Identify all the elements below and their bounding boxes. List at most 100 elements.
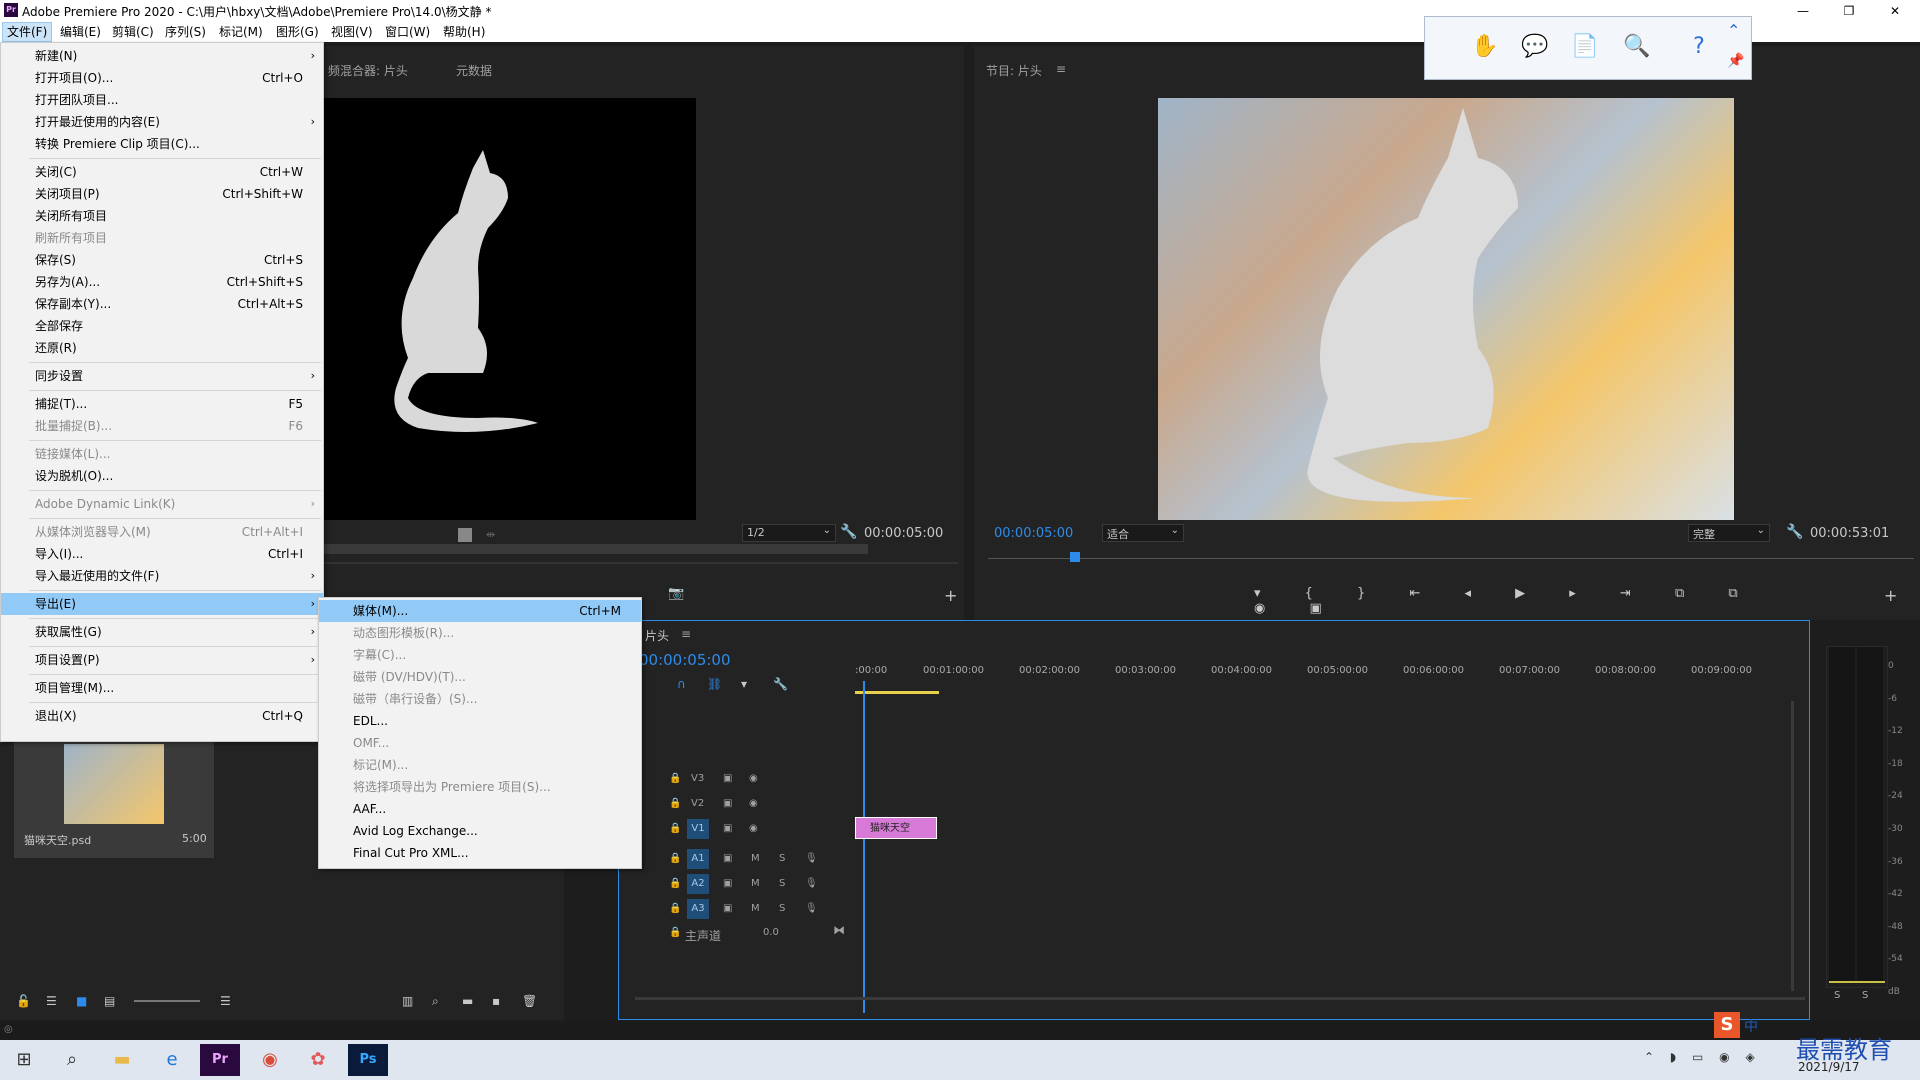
lock-icon[interactable]: 🔒: [669, 853, 681, 864]
linked-selection-icon[interactable]: ⛓: [707, 677, 722, 691]
menu-item-revert[interactable]: 还原(R): [1, 337, 323, 359]
lock-icon[interactable]: 🔒: [669, 773, 681, 784]
menu-window[interactable]: 窗口(W): [381, 22, 434, 42]
hand-icon[interactable]: ✋: [1467, 29, 1503, 65]
tray-icons[interactable]: ⌃ ◗ ▭ ◉ ◈: [1644, 1050, 1761, 1064]
lock-icon[interactable]: 🔒: [669, 798, 681, 809]
photoshop-taskbar-icon[interactable]: Ps: [348, 1044, 388, 1076]
freeform-view-icon[interactable]: ▤: [104, 994, 115, 1008]
eye-icon[interactable]: ◉: [749, 798, 758, 809]
menu-item-import[interactable]: 导入(I)... Ctrl+I: [1, 543, 323, 565]
menu-item-save-copy[interactable]: 保存副本(Y)... Ctrl+Alt+S: [1, 293, 323, 315]
camera-icon[interactable]: 📷: [668, 586, 684, 601]
tab-audio-mixer[interactable]: 频混合器: 片头: [328, 62, 408, 79]
eye-icon[interactable]: ◉: [749, 823, 758, 834]
sort-icon[interactable]: ☰: [220, 994, 231, 1008]
trash-icon[interactable]: 🗑: [522, 994, 537, 1008]
eye-icon[interactable]: ◉: [749, 773, 758, 784]
sync-lock-icon[interactable]: ▣: [723, 773, 732, 784]
menu-item-project-manager[interactable]: 项目管理(M)...: [1, 677, 323, 699]
minimize-button[interactable]: —: [1780, 0, 1826, 22]
track-label-a3[interactable]: A3: [687, 899, 709, 919]
premiere-taskbar-icon[interactable]: Pr: [200, 1044, 240, 1076]
panel-menu-icon[interactable]: ≡: [681, 627, 691, 641]
menu-item-close[interactable]: 关闭(C) Ctrl+W: [1, 161, 323, 183]
menu-view[interactable]: 视图(V): [327, 22, 377, 42]
menu-graphics[interactable]: 图形(G): [272, 22, 323, 42]
mic-icon[interactable]: 🎙: [805, 853, 818, 864]
solo-button[interactable]: S: [779, 853, 785, 864]
solo-left-button[interactable]: S: [1834, 990, 1840, 1001]
zoom-search-icon[interactable]: 🔍: [1619, 29, 1655, 65]
comment-icon[interactable]: 💬: [1517, 29, 1553, 65]
menu-item-import-recent[interactable]: 导入最近使用的文件(F) ›: [1, 565, 323, 587]
track-label-v2[interactable]: V2: [691, 798, 704, 809]
menu-item-exit[interactable]: 退出(X) Ctrl+Q: [1, 705, 323, 727]
lock-icon[interactable]: 🔒: [669, 823, 681, 834]
menu-item-sync-settings[interactable]: 同步设置 ›: [1, 365, 323, 387]
track-label-a2[interactable]: A2: [687, 874, 709, 894]
wrench-icon[interactable]: 🔧: [840, 524, 857, 540]
program-playhead[interactable]: [1070, 552, 1080, 562]
track-label-v3[interactable]: V3: [691, 773, 704, 784]
new-item-icon[interactable]: ▪: [492, 994, 500, 1008]
lock-icon[interactable]: 🔓: [16, 994, 31, 1008]
collapse-icon[interactable]: ⌃: [1727, 21, 1740, 40]
fit-select[interactable]: 适合 ⌄: [1102, 524, 1184, 542]
icon-view-icon[interactable]: ■: [76, 994, 87, 1008]
clip-thumbnail-card[interactable]: 猫咪天空.psd 5:00: [14, 740, 214, 858]
add-marker-icon[interactable]: ▾: [741, 677, 747, 691]
mic-icon[interactable]: 🎙: [805, 903, 818, 914]
submenu-item-final-cut-pro-xml[interactable]: Final Cut Pro XML...: [319, 842, 641, 864]
vertical-scrollbar[interactable]: [1791, 701, 1794, 991]
timeline-timecode[interactable]: 00:00:05:00: [639, 651, 731, 669]
master-volume-value[interactable]: 0.0: [763, 927, 779, 938]
snap-icon[interactable]: ∩: [677, 677, 686, 691]
solo-button[interactable]: S: [779, 903, 785, 914]
menu-item-close-project[interactable]: 关闭项目(P) Ctrl+Shift+W: [1, 183, 323, 205]
go-to-end-icon[interactable]: ⧓: [833, 923, 845, 937]
sync-lock-icon[interactable]: ▣: [723, 853, 732, 864]
mute-button[interactable]: M: [751, 878, 760, 889]
menu-item-make-offline[interactable]: 设为脱机(O)...: [1, 465, 323, 487]
add-button-icon[interactable]: +: [944, 586, 957, 605]
menu-sequence[interactable]: 序列(S): [161, 22, 210, 42]
sync-lock-icon[interactable]: ▣: [723, 823, 732, 834]
menu-item-project-settings[interactable]: 项目设置(P) ›: [1, 649, 323, 671]
menu-item-close-all[interactable]: 关闭所有项目: [1, 205, 323, 227]
lock-icon[interactable]: 🔒: [669, 878, 681, 889]
menu-item-open-recent[interactable]: 打开最近使用的内容(E) ›: [1, 111, 323, 133]
menu-item-save-all[interactable]: 全部保存: [1, 315, 323, 337]
sync-lock-icon[interactable]: ▣: [723, 798, 732, 809]
quality-select[interactable]: 完整 ⌄: [1688, 524, 1770, 542]
edge-browser-icon[interactable]: e: [152, 1044, 192, 1076]
menu-item-convert-clip[interactable]: 转换 Premiere Clip 项目(C)...: [1, 133, 323, 155]
menu-item-open-project[interactable]: 打开项目(O)... Ctrl+O: [1, 67, 323, 89]
track-label-a1[interactable]: A1: [687, 849, 709, 869]
zoom-select[interactable]: 1/2 ⌄: [742, 524, 836, 542]
file-explorer-icon[interactable]: ▬: [102, 1044, 142, 1076]
submenu-item-aaf[interactable]: AAF...: [319, 798, 641, 820]
new-bin-icon[interactable]: ▬: [462, 994, 473, 1008]
solo-button[interactable]: S: [779, 878, 785, 889]
sync-lock-icon[interactable]: ▣: [723, 878, 732, 889]
timeline-clip[interactable]: 猫咪天空: [855, 817, 937, 839]
timeline-playhead[interactable]: [863, 681, 865, 1013]
lock-icon[interactable]: 🔒: [669, 903, 681, 914]
add-button-icon[interactable]: +: [1884, 586, 1897, 605]
menu-item-export[interactable]: 导出(E) ›: [1, 593, 323, 615]
pin-icon[interactable]: 📌: [1727, 53, 1744, 69]
transport-controls[interactable]: ▾ { } ⇤ ◂ ▶ ▸ ⇥ ⧉ ⧉ ◉ ▣: [1254, 586, 1774, 616]
maximize-button[interactable]: ❐: [1826, 0, 1872, 22]
list-view-icon[interactable]: ☰: [46, 994, 57, 1008]
mic-icon[interactable]: 🎙: [805, 878, 818, 889]
program-timecode-in[interactable]: 00:00:05:00: [994, 526, 1073, 541]
track-label-v1[interactable]: V1: [687, 819, 709, 839]
submenu-item-avid-log-exchange[interactable]: Avid Log Exchange...: [319, 820, 641, 842]
insert-overlay-icon[interactable]: [458, 528, 472, 542]
search-icon[interactable]: ⌕: [52, 1044, 92, 1076]
mute-button[interactable]: M: [751, 853, 760, 864]
windows-start-icon[interactable]: ⊞: [4, 1044, 44, 1076]
source-time-ruler[interactable]: [318, 562, 958, 564]
close-button[interactable]: ✕: [1872, 0, 1918, 22]
